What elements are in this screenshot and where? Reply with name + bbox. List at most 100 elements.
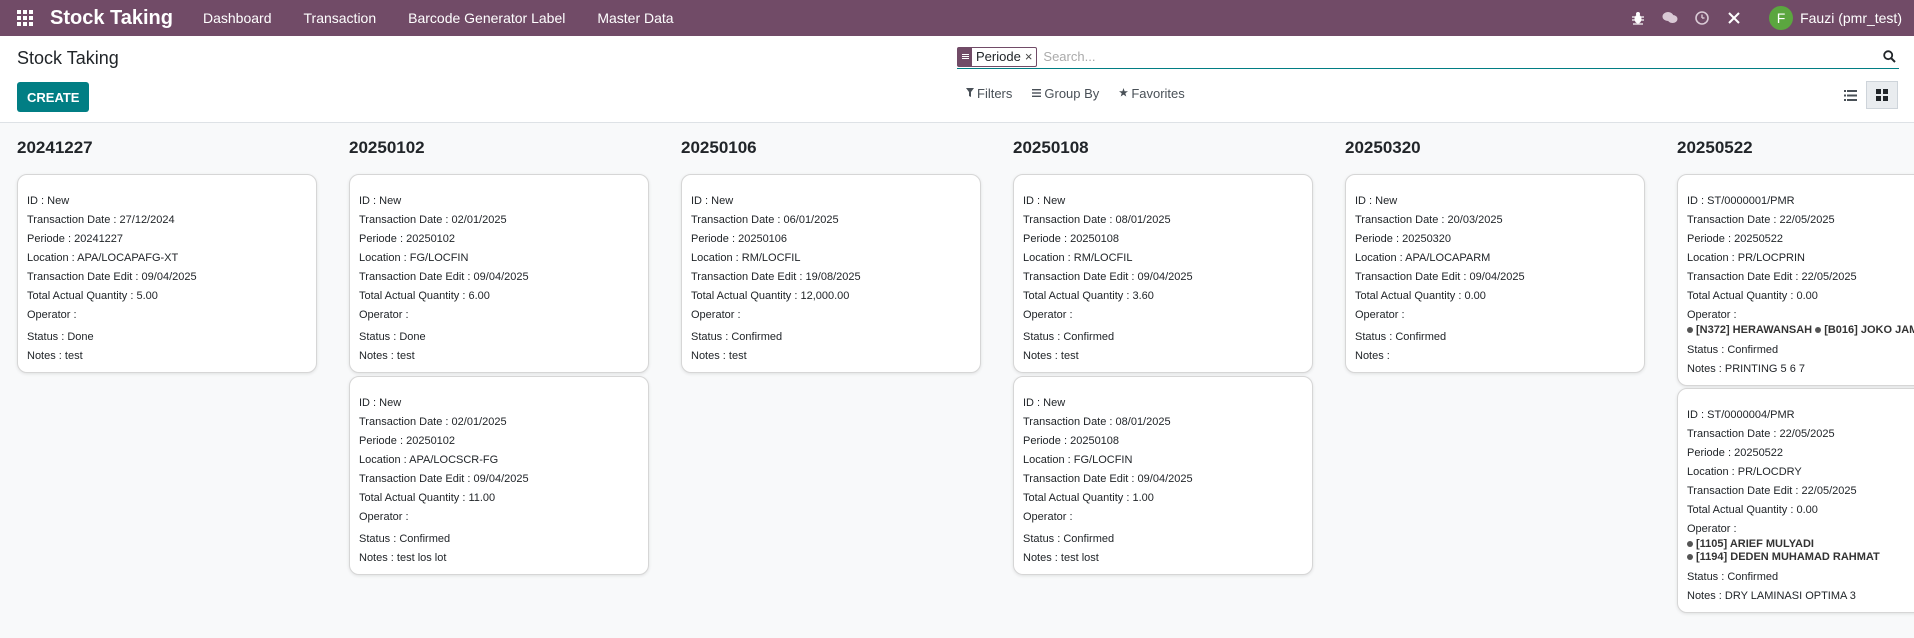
card-id: ID : New [1023, 192, 1303, 211]
kanban-view-icon [1876, 89, 1888, 101]
favorites-button[interactable]: Favorites [1119, 86, 1185, 101]
kanban-card[interactable]: ID : New Transaction Date : 06/01/2025 Per… [681, 174, 981, 373]
card-total-actual-quantity-label: Total Actual Quantity : [1687, 290, 1797, 302]
kanban-card[interactable]: ID : ST/0000001/PMR Transaction Date : 22… [1677, 174, 1914, 386]
menu-transaction[interactable]: Transaction [304, 10, 377, 26]
menu-dashboard[interactable]: Dashboard [203, 10, 272, 26]
card-notes-label: Notes : [359, 552, 397, 564]
card-notes: Notes : test [1023, 347, 1303, 366]
group-by-icon [958, 47, 972, 66]
card-transaction-date-value: 27/12/2024 [119, 214, 175, 226]
facet-remove-icon[interactable]: × [1025, 49, 1037, 64]
card-total-actual-quantity-label: Total Actual Quantity : [1687, 504, 1797, 516]
search-facet-periode[interactable]: Periode × [957, 46, 1038, 67]
kanban-board: 20241227 ID : New Transaction Date : 27/12… [0, 124, 1914, 638]
search-input[interactable] [1043, 49, 1879, 64]
group-by-button[interactable]: Group By [1032, 86, 1099, 101]
card-total-actual-quantity-value: 0.00 [1796, 290, 1818, 302]
card-periode-value: 20250522 [1734, 233, 1784, 245]
kanban-card[interactable]: ID : New Transaction Date : 02/01/2025 Per… [349, 376, 649, 575]
card-transaction-date-label: Transaction Date : [359, 214, 452, 226]
operator-name: [1194] DEDEN MUHAMAD RAHMAT [1696, 551, 1880, 563]
card-transaction-date-value: 20/03/2025 [1447, 214, 1503, 226]
bug-icon[interactable] [1629, 9, 1647, 27]
card-total-actual-quantity: Total Actual Quantity : 6.00 [359, 287, 639, 306]
card-notes-label: Notes : [359, 350, 397, 362]
create-button[interactable]: CREATE [17, 82, 90, 112]
kanban-column-title: 20250108 [1013, 138, 1089, 157]
card-periode-value: 20250102 [406, 233, 456, 245]
card-operator-label: Operator : [27, 309, 77, 321]
kanban-card[interactable]: ID : New Transaction Date : 27/12/2024 Per… [17, 174, 317, 373]
top-navbar: Stock Taking Dashboard Transaction Barco… [0, 0, 1914, 36]
tools-icon[interactable] [1725, 9, 1743, 27]
card-id-value: New [379, 195, 402, 207]
activity-clock-icon[interactable] [1693, 9, 1711, 27]
card-transaction-date-label: Transaction Date : [27, 214, 120, 226]
card-periode-value: 20241227 [74, 233, 124, 245]
operator-item: [1194] DEDEN MUHAMAD RAHMAT [1687, 551, 1914, 564]
card-status: Status : Confirmed [691, 328, 971, 347]
card-total-actual-quantity: Total Actual Quantity : 1.00 [1023, 489, 1303, 508]
apps-menu-icon[interactable] [0, 0, 50, 36]
card-operator: Operator : [691, 306, 971, 324]
card-transaction-date-value: 02/01/2025 [451, 214, 507, 226]
kanban-card[interactable]: ID : New Transaction Date : 08/01/2025 Per… [1013, 376, 1313, 575]
filters-button[interactable]: Filters [966, 86, 1012, 101]
card-operator-label: Operator : [1687, 523, 1737, 535]
menu-barcode-generator-label[interactable]: Barcode Generator Label [408, 10, 565, 26]
card-id: ID : New [691, 192, 971, 211]
user-menu[interactable]: F Fauzi (pmr_test) [1769, 6, 1902, 30]
kanban-card[interactable]: ID : ST/0000004/PMR Transaction Date : 22… [1677, 388, 1914, 613]
menu-master-data[interactable]: Master Data [597, 10, 673, 26]
card-transaction-date-value: 22/05/2025 [1779, 428, 1835, 440]
card-location: Location : APA/LOCSCR-FG [359, 451, 639, 470]
card-periode-label: Periode : [1355, 233, 1403, 245]
card-location: Location : APA/LOCAPARM [1355, 249, 1635, 268]
card-operator: Operator : [1023, 508, 1303, 526]
kanban-view-button[interactable] [1866, 81, 1898, 109]
card-periode-label: Periode : [1023, 233, 1071, 245]
card-transaction-date-edit-value: 09/04/2025 [473, 271, 529, 283]
card-operator-label: Operator : [1687, 309, 1737, 321]
bullet-icon [1815, 327, 1822, 334]
favorites-label: Favorites [1131, 86, 1185, 101]
search-icon[interactable] [1879, 47, 1899, 67]
card-notes-value: test [396, 350, 415, 362]
card-notes-value: PRINTING 5 6 7 [1724, 363, 1805, 375]
card-transaction-date-edit-value: 09/04/2025 [1137, 473, 1193, 485]
card-id-label: ID : [359, 195, 380, 207]
chat-icon[interactable] [1661, 9, 1679, 27]
card-status: Status : Confirmed [1687, 341, 1914, 360]
kanban-card[interactable]: ID : New Transaction Date : 08/01/2025 Per… [1013, 174, 1313, 373]
card-location-label: Location : [1687, 252, 1738, 264]
card-periode: Periode : 20241227 [27, 230, 307, 249]
card-operator-label: Operator : [359, 309, 409, 321]
kanban-card[interactable]: ID : New Transaction Date : 02/01/2025 Per… [349, 174, 649, 373]
card-id-value: ST/0000001/PMR [1707, 195, 1795, 207]
user-name: Fauzi (pmr_test) [1800, 10, 1902, 26]
kanban-column-title: 20250106 [681, 138, 757, 157]
app-title[interactable]: Stock Taking [50, 7, 173, 30]
card-transaction-date-edit-value: 19/08/2025 [805, 271, 861, 283]
star-icon [1119, 87, 1129, 100]
avatar: F [1769, 6, 1794, 30]
card-periode-value: 20250108 [1070, 233, 1120, 245]
card-notes-value: test lost [1060, 552, 1099, 564]
card-transaction-date-edit-value: 09/04/2025 [141, 271, 197, 283]
card-id: ID : New [1355, 192, 1635, 211]
card-transaction-date-edit: Transaction Date Edit : 09/04/2025 [1023, 470, 1303, 489]
kanban-card[interactable]: ID : New Transaction Date : 20/03/2025 Per… [1345, 174, 1645, 373]
card-status-label: Status : [691, 331, 732, 343]
card-location-value: FG/LOCFIN [409, 252, 469, 264]
card-total-actual-quantity-value: 11.00 [468, 492, 496, 504]
card-operator-label: Operator : [1023, 511, 1073, 523]
card-location-value: FG/LOCFIN [1073, 454, 1133, 466]
card-transaction-date-edit: Transaction Date Edit : 09/04/2025 [359, 268, 639, 287]
card-notes: Notes : test lost [1023, 549, 1303, 568]
list-view-button[interactable] [1834, 81, 1866, 109]
card-id-label: ID : [1023, 397, 1044, 409]
card-transaction-date-label: Transaction Date : [359, 416, 452, 428]
card-transaction-date-edit-value: 09/04/2025 [1137, 271, 1193, 283]
card-transaction-date: Transaction Date : 20/03/2025 [1355, 211, 1635, 230]
